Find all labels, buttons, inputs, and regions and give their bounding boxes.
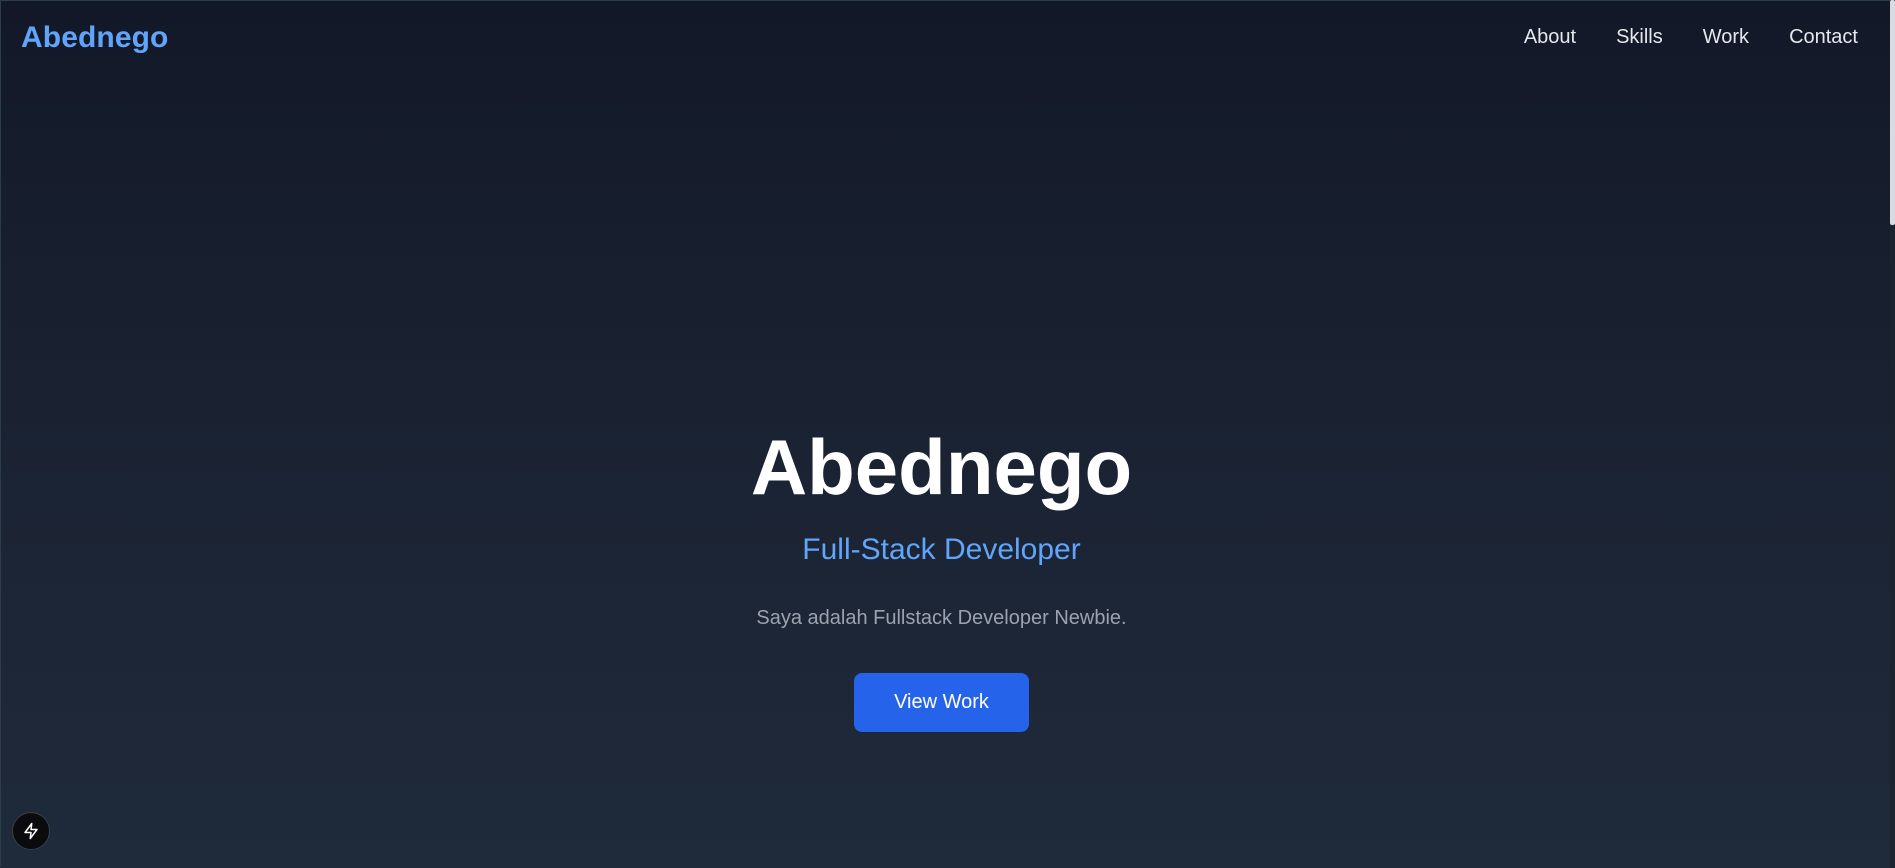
view-work-button[interactable]: View Work — [854, 673, 1029, 732]
hero-subtitle: Full-Stack Developer — [802, 533, 1081, 566]
devtools-badge[interactable] — [12, 812, 50, 850]
scrollbar-track[interactable] — [1890, 0, 1895, 868]
lightning-bolt-icon — [22, 822, 40, 840]
scrollbar-thumb[interactable] — [1890, 0, 1895, 225]
hero-title: Abednego — [750, 423, 1133, 511]
hero-section: Abednego Full-Stack Developer Saya adala… — [0, 0, 1883, 868]
hero-description: Saya adalah Fullstack Developer Newbie. — [756, 607, 1127, 629]
